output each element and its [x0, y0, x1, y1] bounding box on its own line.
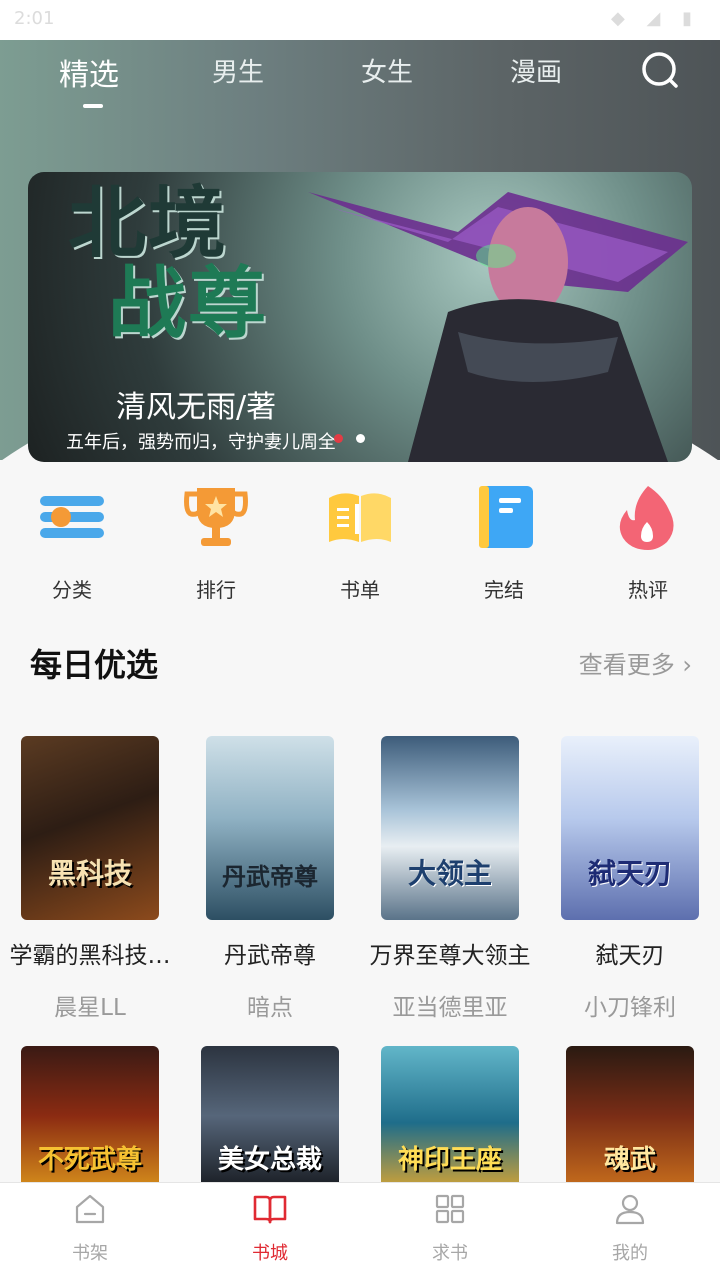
see-more-label: 查看更多: [578, 651, 675, 679]
tab-featured[interactable]: 精选: [29, 50, 149, 94]
bookshelf-icon: [75, 1194, 105, 1224]
bottom-nav: 书架 书城 求书 我的: [0, 1182, 720, 1280]
book-cover-text: 丹武帝尊: [222, 862, 318, 891]
nav-label: 书架: [72, 1243, 108, 1264]
quick-nav-booklist[interactable]: 书单: [288, 482, 432, 603]
book-cover-text: 美女总裁: [217, 1145, 322, 1175]
status-indicators: ◆ ◢ ▮: [610, 8, 700, 29]
quick-nav-label: 书单: [340, 578, 380, 602]
banner-author: 清风无雨/著: [116, 390, 277, 425]
nav-label: 我的: [612, 1243, 648, 1264]
book-card[interactable]: 弑天刃 弑天刃 小刀锋利: [545, 736, 715, 1022]
flame-icon: [619, 486, 674, 550]
book-cover: 神印王座: [381, 1046, 519, 1186]
book-title: 学霸的黑科技…: [9, 943, 171, 969]
quick-nav-ranking[interactable]: 排行: [144, 482, 288, 603]
book-cover-text: 神印王座: [397, 1145, 502, 1175]
book-title: 丹武帝尊: [224, 943, 316, 969]
category-icon: [40, 496, 104, 538]
banner-title: 北境 战尊: [68, 184, 268, 344]
promo-banner[interactable]: 北境 战尊 清风无雨/著 五年后，强势而归，守护妻儿周全: [28, 172, 692, 462]
book-cover-text: 不死武尊: [37, 1145, 142, 1175]
book-cover: 魂武: [566, 1046, 694, 1186]
book-title: 弑天刃: [595, 943, 665, 969]
tab-active-indicator: [83, 104, 103, 108]
book-cover-text: 魂武: [603, 1145, 656, 1175]
book-cover: 美女总裁: [201, 1046, 339, 1186]
chevron-right-icon: ›: [682, 651, 692, 679]
banner-title-line2: 战尊: [108, 258, 269, 349]
book-card[interactable]: 丹武帝尊 丹武帝尊 暗点: [185, 736, 355, 1022]
quick-nav-label: 完结: [484, 578, 524, 602]
status-bar: 2:01 ◆ ◢ ▮: [0, 0, 720, 40]
banner-title-line1: 北境: [68, 178, 229, 269]
grid-icon: [435, 1194, 465, 1224]
book-author: 亚当德里亚: [392, 995, 508, 1021]
quick-nav-hot-reviews[interactable]: 热评: [576, 482, 720, 603]
book-card[interactable]: 不死武尊: [5, 1046, 175, 1186]
book-cover: 大领主: [381, 736, 519, 920]
book-author: 小刀锋利: [584, 995, 676, 1021]
quick-nav-category[interactable]: 分类: [0, 482, 144, 603]
tab-male[interactable]: 男生: [178, 52, 298, 89]
status-time: 2:01: [14, 8, 55, 29]
book-cover-text: 黑科技: [47, 857, 132, 890]
nav-label: 求书: [432, 1243, 468, 1264]
book-title: 万界至尊大领主: [369, 943, 531, 969]
quick-nav-label: 热评: [628, 578, 668, 602]
top-tab-bar: 精选 男生 女生 漫画: [0, 40, 720, 120]
nav-bookstore[interactable]: 书城: [180, 1193, 360, 1265]
carousel-dot[interactable]: [356, 434, 365, 443]
book-author: 晨星LL: [54, 995, 126, 1021]
book-card[interactable]: 黑科技 学霸的黑科技… 晨星LL: [5, 736, 175, 1022]
quick-nav: 分类 排行 书单 完结 热评: [0, 470, 720, 603]
open-book-icon: [253, 1195, 287, 1224]
nav-request-book[interactable]: 求书: [360, 1193, 540, 1265]
banner-tagline: 五年后，强势而归，守护妻儿周全: [66, 432, 336, 453]
quick-nav-label: 分类: [52, 578, 92, 602]
tab-female[interactable]: 女生: [327, 52, 447, 89]
quick-nav-finished[interactable]: 完结: [432, 482, 576, 603]
book-cover-text: 弑天刃: [587, 857, 672, 890]
nav-profile[interactable]: 我的: [540, 1193, 720, 1265]
nav-label: 书城: [252, 1243, 288, 1264]
book-card[interactable]: 神印王座: [380, 1046, 520, 1186]
trophy-icon: [184, 488, 248, 546]
tab-comics[interactable]: 漫画: [476, 52, 596, 89]
book-cover: 黑科技: [21, 736, 159, 920]
carousel-dot-active[interactable]: [334, 434, 343, 443]
book-card[interactable]: 美女总裁: [200, 1046, 340, 1186]
section-title: 每日优选: [30, 646, 159, 684]
book-cover-text: 大领主: [407, 857, 492, 890]
search-icon[interactable]: [640, 50, 680, 90]
book-author: 暗点: [247, 995, 293, 1021]
user-icon: [615, 1194, 645, 1225]
book-card[interactable]: 魂武: [565, 1046, 695, 1186]
book-cover: 弑天刃: [561, 736, 699, 920]
finished-book-icon: [479, 486, 533, 548]
book-cover: 丹武帝尊: [206, 736, 334, 920]
see-more-link[interactable]: 查看更多 ›: [579, 645, 692, 680]
booklist-icon: [329, 493, 391, 542]
quick-nav-label: 排行: [196, 578, 236, 602]
book-card[interactable]: 大领主 万界至尊大领主 亚当德里亚: [360, 736, 540, 1022]
book-cover: 不死武尊: [21, 1046, 159, 1186]
nav-bookshelf[interactable]: 书架: [0, 1193, 180, 1265]
